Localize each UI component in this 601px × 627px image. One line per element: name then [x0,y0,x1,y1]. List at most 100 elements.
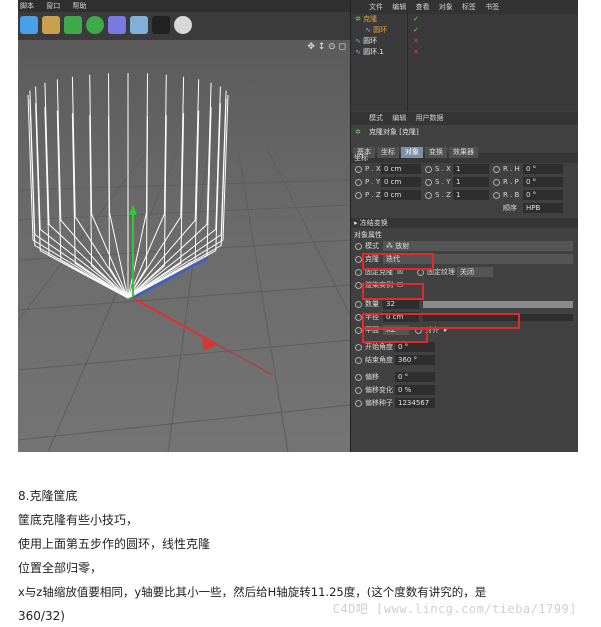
anim-radio[interactable] [355,192,362,199]
anim-radio[interactable] [355,374,362,381]
basket-strand [108,116,129,299]
light-icon[interactable] [174,16,192,34]
end-angle-field[interactable]: 360 ° [395,355,435,365]
anim-radio[interactable] [355,179,362,186]
anim-radio[interactable] [355,243,362,250]
anim-radio[interactable] [355,400,362,407]
mode-label: 模式 [365,242,379,250]
cube-icon[interactable] [20,16,38,34]
p-field[interactable]: 0 cm [381,177,421,187]
attribute-title: ✲ 克隆对象 [克隆] [351,125,578,139]
spline-icon: ∿ [355,48,361,56]
offset-seed-field[interactable]: 1234567 [395,398,435,408]
offset-field[interactable]: 0 ° [395,372,435,382]
object-row-circle[interactable]: ∿ 圆环 ✓ [351,25,578,36]
anim-radio[interactable] [355,357,362,364]
menu-window[interactable]: 窗口 [46,2,60,10]
anim-radio[interactable] [355,387,362,394]
anim-radio[interactable] [425,192,432,199]
anim-radio[interactable] [355,166,362,173]
visibility-flag[interactable]: ✕ [413,47,419,58]
mode-value: 放射 [395,242,410,250]
anim-radio[interactable] [417,269,424,276]
attr-menu-edit[interactable]: 编辑 [392,114,406,122]
3d-viewport[interactable]: ✥ ↕ ⊙ ◻ [18,40,350,452]
anim-radio[interactable] [355,327,362,334]
count-slider[interactable] [423,301,573,308]
offset-row: 偏移 0 ° [351,371,578,384]
om-menu-view[interactable]: 查看 [415,3,429,11]
object-row-circle-1[interactable]: ∿ 圆环.1 ✕ [351,47,578,58]
order-select[interactable]: HPB [523,203,563,213]
anim-radio[interactable] [493,166,500,173]
tab-coord[interactable]: 坐标 [377,147,399,158]
anim-radio[interactable] [355,256,362,263]
anim-radio[interactable] [355,269,362,276]
spline-icon[interactable] [42,16,60,34]
visibility-flag[interactable]: ✓ [413,14,419,25]
anim-radio[interactable] [425,179,432,186]
r-field[interactable]: 0 ° [523,190,563,200]
om-menu-file[interactable]: 文件 [369,3,383,11]
object-row-circle-2[interactable]: ∿ 圆环 ✕ [351,36,578,47]
end-angle-row: 结束角度 360 ° [351,354,578,367]
anim-radio[interactable] [425,166,432,173]
coord-row-z: P . Z 0 cm S . Z 1 R . B 0 ° [351,189,578,202]
order-label: 顺序 [503,204,517,212]
offset-seed-label: 偏移种子 [365,399,393,407]
basket-strand [127,116,148,299]
coord-row-y: P . Y 0 cm S . Y 1 R . P 0 ° [351,176,578,189]
object-manager: 文件 编辑 查看 对象 标签 书签 ✲ 克隆 ✓ ∿ 圆环 ✓ ∿ 圆环 ✕ ∿ [351,0,578,110]
watermark: C4D吧 [www.lincg.com/tieba/1799] [332,602,577,616]
basket-strand [127,103,221,299]
anim-radio[interactable] [493,179,500,186]
om-menu-edit[interactable]: 编辑 [392,3,406,11]
fix-texture-select[interactable]: 关闭 [457,267,493,277]
p-field[interactable]: 0 cm [381,190,421,200]
anim-radio[interactable] [355,314,362,321]
right-panels: 文件 编辑 查看 对象 标签 书签 ✲ 克隆 ✓ ∿ 圆环 ✓ ∿ 圆环 ✕ ∿ [350,0,578,452]
tab-transform[interactable]: 变换 [425,147,447,158]
s-field[interactable]: 1 [453,177,489,187]
s-field[interactable]: 1 [453,164,489,174]
s-field[interactable]: 1 [453,190,489,200]
tab-effectors[interactable]: 效果器 [449,147,478,158]
nurbs-icon[interactable] [64,16,82,34]
menu-script[interactable]: 脚本 [20,2,34,10]
deformer-icon[interactable] [108,16,126,34]
highlight-fix-clone [362,283,424,300]
r-field[interactable]: 0 ° [523,177,563,187]
p-field[interactable]: 0 cm [381,164,421,174]
offset-label: 偏移 [365,373,379,381]
object-name: 克隆 [363,15,378,23]
visibility-flag[interactable]: ✓ [413,25,419,36]
anim-radio[interactable] [355,344,362,351]
camera-icon[interactable] [152,16,170,34]
anim-radio[interactable] [493,192,500,199]
om-menu-tag[interactable]: 标签 [462,3,476,11]
attr-menu-userdata[interactable]: 用户数据 [415,114,443,122]
object-row-cloner[interactable]: ✲ 克隆 ✓ [351,14,578,25]
r-field[interactable]: 0 ° [523,164,563,174]
article-line-5: 360/32) [18,609,65,623]
anim-radio[interactable] [355,301,362,308]
tab-object[interactable]: 对象 [401,147,423,158]
menu-help[interactable]: 帮助 [72,2,86,10]
om-menu-bookmark[interactable]: 书签 [485,3,499,11]
viewport-scene [18,73,350,452]
freeze-transform-header[interactable]: ▸ 冻结变换 [351,218,578,228]
count-field[interactable]: 32 [383,299,419,309]
viewport-nav-icons[interactable]: ✥ ↕ ⊙ ◻ [307,42,346,52]
attr-menu-mode[interactable]: 模式 [369,114,383,122]
array-icon[interactable] [86,16,104,34]
om-menu-object[interactable]: 对象 [439,3,453,11]
basket-strand [127,113,185,299]
anim-radio[interactable] [355,282,362,289]
visibility-flag[interactable]: ✕ [413,36,419,47]
mode-select[interactable]: ⁂ 放射 [383,241,573,251]
floor-icon[interactable] [130,16,148,34]
order-row: 顺序 HPB [351,202,578,215]
start-angle-field[interactable]: 0 ° [395,342,435,352]
cloner-icon: ✲ [355,15,361,23]
offset-variation-field[interactable]: 0 % [395,385,435,395]
